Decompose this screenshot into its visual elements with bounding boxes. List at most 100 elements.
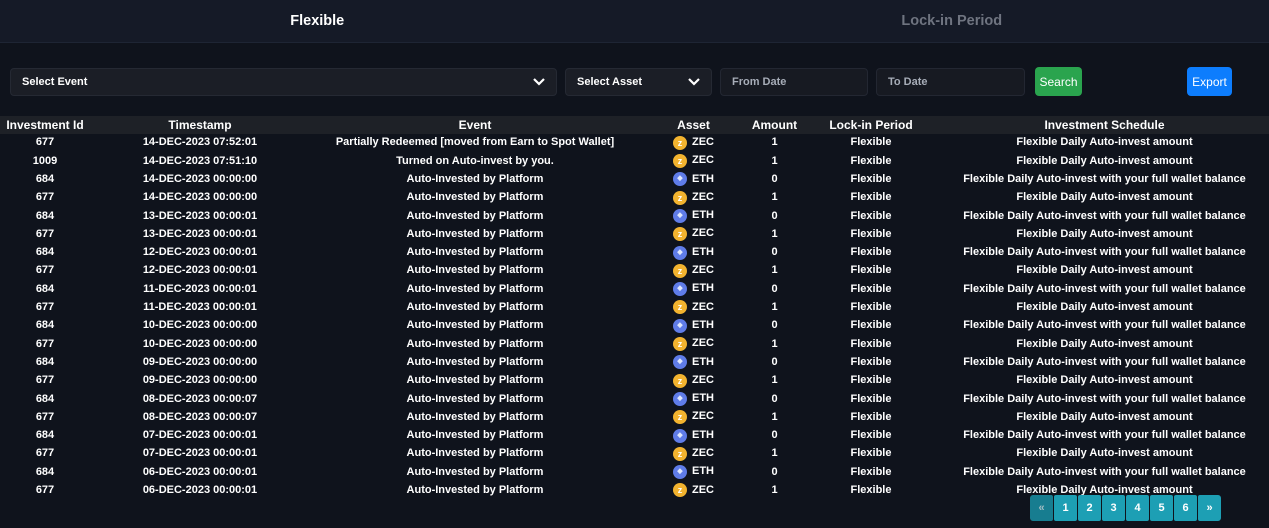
column-header-investment-schedule: Investment Schedule [940, 116, 1269, 134]
asset-badge: zZEC [673, 372, 714, 390]
cell-investment-schedule: Flexible Daily Auto-invest with your ful… [940, 427, 1269, 445]
cell-investment-id: 684 [0, 317, 90, 335]
table-row: 67707-DEC-2023 00:00:01Auto-Invested by … [0, 445, 1269, 463]
zec-coin-icon: z [673, 410, 687, 424]
asset-label: ZEC [692, 299, 714, 317]
select-event[interactable]: Select Event [10, 68, 557, 96]
from-date-input[interactable] [720, 68, 868, 96]
cell-lock-in-period: Flexible [802, 134, 940, 152]
to-date-input[interactable] [876, 68, 1025, 96]
cell-amount: 1 [747, 482, 802, 500]
table-row: 68409-DEC-2023 00:00:00Auto-Invested by … [0, 354, 1269, 372]
cell-asset: zZEC [640, 408, 747, 426]
table-row: 68412-DEC-2023 00:00:01Auto-Invested by … [0, 244, 1269, 262]
tab-flexible[interactable]: Flexible [0, 0, 635, 42]
table-row: 67710-DEC-2023 00:00:00Auto-Invested by … [0, 335, 1269, 353]
table-row: 67709-DEC-2023 00:00:00Auto-Invested by … [0, 372, 1269, 390]
cell-investment-id: 677 [0, 299, 90, 317]
zec-coin-icon: z [673, 227, 687, 241]
select-asset-value: Select Asset [577, 76, 642, 88]
cell-asset: zZEC [640, 372, 747, 390]
table-row: 68413-DEC-2023 00:00:01Auto-Invested by … [0, 207, 1269, 225]
pagination-page-4[interactable]: 4 [1126, 495, 1149, 521]
search-button[interactable]: Search [1035, 67, 1082, 96]
pagination-page-2[interactable]: 2 [1078, 495, 1101, 521]
pagination-next-button[interactable]: » [1198, 495, 1221, 521]
cell-lock-in-period: Flexible [802, 262, 940, 280]
cell-asset: zZEC [640, 262, 747, 280]
eth-coin-icon: ◆ [673, 172, 687, 186]
table-row: 68411-DEC-2023 00:00:01Auto-Invested by … [0, 280, 1269, 298]
asset-badge: zZEC [673, 335, 714, 353]
cell-investment-id: 684 [0, 390, 90, 408]
cell-investment-id: 684 [0, 463, 90, 481]
cell-asset: zZEC [640, 134, 747, 152]
cell-lock-in-period: Flexible [802, 427, 940, 445]
cell-investment-id: 677 [0, 408, 90, 426]
table-row: 68414-DEC-2023 00:00:00Auto-Invested by … [0, 171, 1269, 189]
asset-label: ETH [692, 280, 714, 298]
asset-label: ETH [692, 463, 714, 481]
asset-badge: ◆ ETH [673, 171, 714, 189]
eth-coin-icon: ◆ [673, 319, 687, 333]
cell-investment-schedule: Flexible Daily Auto-invest with your ful… [940, 244, 1269, 262]
cell-asset: ◆ETH [640, 354, 747, 372]
cell-event: Auto-Invested by Platform [310, 482, 640, 500]
asset-label: ZEC [692, 372, 714, 390]
filter-bar: Select Event Select Asset Search Export [10, 67, 1259, 96]
table-row: 100914-DEC-2023 07:51:10Turned on Auto-i… [0, 152, 1269, 170]
cell-amount: 0 [747, 171, 802, 189]
cell-lock-in-period: Flexible [802, 244, 940, 262]
cell-asset: ◆ETH [640, 244, 747, 262]
table-row: 68408-DEC-2023 00:00:07Auto-Invested by … [0, 390, 1269, 408]
cell-investment-id: 684 [0, 280, 90, 298]
column-header-asset: Asset [640, 116, 747, 134]
cell-event: Auto-Invested by Platform [310, 280, 640, 298]
cell-timestamp: 09-DEC-2023 00:00:00 [90, 372, 310, 390]
cell-amount: 0 [747, 463, 802, 481]
cell-investment-id: 684 [0, 207, 90, 225]
eth-coin-icon: ◆ [673, 282, 687, 296]
pagination-page-1[interactable]: 1 [1054, 495, 1077, 521]
eth-coin-icon: ◆ [673, 246, 687, 260]
cell-event: Auto-Invested by Platform [310, 299, 640, 317]
investment-history-table: Investment IdTimestampEventAssetAmountLo… [0, 116, 1269, 500]
cell-amount: 0 [747, 207, 802, 225]
column-header-amount: Amount [747, 116, 802, 134]
export-button[interactable]: Export [1187, 67, 1232, 96]
chevron-down-icon [533, 78, 545, 86]
zec-coin-icon: z [673, 264, 687, 278]
pagination-page-3[interactable]: 3 [1102, 495, 1125, 521]
asset-label: ETH [692, 390, 714, 408]
cell-investment-schedule: Flexible Daily Auto-invest with your ful… [940, 280, 1269, 298]
cell-investment-id: 684 [0, 427, 90, 445]
cell-lock-in-period: Flexible [802, 335, 940, 353]
cell-amount: 0 [747, 427, 802, 445]
cell-timestamp: 07-DEC-2023 00:00:01 [90, 445, 310, 463]
cell-timestamp: 14-DEC-2023 00:00:00 [90, 171, 310, 189]
cell-investment-schedule: Flexible Daily Auto-invest amount [940, 299, 1269, 317]
cell-event: Auto-Invested by Platform [310, 225, 640, 243]
column-header-timestamp: Timestamp [90, 116, 310, 134]
cell-event: Auto-Invested by Platform [310, 408, 640, 426]
eth-coin-icon: ◆ [673, 355, 687, 369]
cell-amount: 1 [747, 134, 802, 152]
pagination-page-6[interactable]: 6 [1174, 495, 1197, 521]
cell-investment-schedule: Flexible Daily Auto-invest amount [940, 262, 1269, 280]
asset-badge: ◆ETH [673, 354, 714, 372]
asset-badge: ◆ETH [673, 390, 714, 408]
cell-investment-schedule: Flexible Daily Auto-invest amount [940, 134, 1269, 152]
cell-event: Auto-Invested by Platform [310, 427, 640, 445]
cell-amount: 1 [747, 372, 802, 390]
select-asset[interactable]: Select Asset [565, 68, 712, 96]
pagination-page-5[interactable]: 5 [1150, 495, 1173, 521]
cell-amount: 0 [747, 317, 802, 335]
pagination-prev-button[interactable]: « [1030, 495, 1053, 521]
asset-label: ETH [692, 171, 714, 189]
tab-lock-in-period[interactable]: Lock-in Period [635, 0, 1269, 42]
eth-coin-icon: ◆ [673, 429, 687, 443]
cell-investment-id: 677 [0, 372, 90, 390]
asset-label: ETH [692, 207, 714, 225]
tab-bar: Flexible Lock-in Period [0, 0, 1269, 43]
cell-asset: ◆ ETH [640, 171, 747, 189]
